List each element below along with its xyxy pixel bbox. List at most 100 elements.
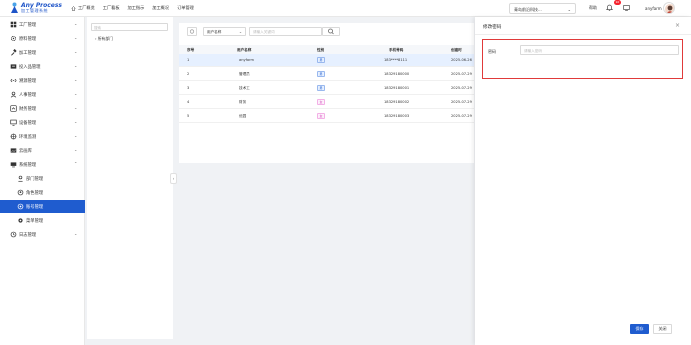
home-icon [71,5,76,11]
search-field-select[interactable]: 用户名称 ⌄ [203,27,246,36]
sidebar-item-log[interactable]: 日志管理 ⌄ [0,228,85,241]
chevron-down-icon: ⌄ [74,35,78,40]
sidebar-item-system[interactable]: 系统管理 ⌃ [0,158,85,171]
env-icon [10,133,17,140]
password-input[interactable]: 请输入密码 [520,45,679,55]
factory-select[interactable]: 青岛前沿科技... ⌄ [509,3,576,14]
sidebar-item-material[interactable]: 原料管理 ⌄ [0,32,85,45]
password-label: 密码 [488,49,496,54]
close-icon[interactable]: × [675,22,680,29]
filter-icon[interactable] [187,27,197,36]
hammer-icon [10,49,17,56]
sidebar-item-finance[interactable]: 财务管理 ⌄ [0,102,85,115]
logo[interactable]: Any Process 加工管理系统 [10,2,62,14]
log-icon [10,231,17,238]
col-header-username: 用户名称 [237,47,252,52]
sidebar-item-department[interactable]: 部门管理 [0,172,85,185]
caret-right-icon: › [95,36,97,41]
chevron-down-icon: ⌄ [74,133,78,138]
help-link[interactable]: 帮助 [589,5,597,11]
sidebar-item-account[interactable]: 账号管理 [0,200,85,213]
close-button[interactable]: 关闭 [653,324,672,334]
col-header-gender: 性别 [317,47,325,52]
table-row[interactable]: 2 管理员 男 18329180000 2025-07-29 [179,68,474,81]
nav-factory-overview[interactable]: 工厂概览 [71,5,95,11]
sidebar-item-environment[interactable]: 环境监测 ⌄ [0,130,85,143]
top-bar: Any Process 加工管理系统 工厂概览 工厂看板 加工指示 加工概况 订… [0,0,691,17]
chevron-down-icon: ⌄ [74,77,78,82]
bell-icon[interactable] [606,4,613,11]
chevron-down-icon: ⌄ [74,91,78,96]
keyword-input[interactable]: 请输入关键词 [249,27,322,36]
sidebar: 工厂管理 ⌄ 原料管理 ⌄ 加工管理 ⌄ 投入品管理 ⌄ 溯源管理 ⌄ 人事管理… [0,17,85,345]
dept-search-input[interactable]: 搜索 [91,23,168,31]
collapse-tree-button[interactable]: ‹ [170,173,177,184]
chevron-down-icon: ⌄ [74,21,78,26]
role-icon [17,189,24,196]
table-row[interactable]: 4 财务 女 18329180002 2025-07-29 [179,96,474,109]
person-icon [10,91,17,98]
chevron-down-icon: ⌄ [74,63,78,68]
table-row[interactable]: 5 优园 女 18329180003 2025-07-29 [179,110,474,123]
chevron-down-icon: ⌄ [74,119,78,124]
chevron-down-icon: ⌄ [74,105,78,110]
top-nav: 工厂概览 工厂看板 加工指示 加工概况 订单管理 [71,5,194,11]
table-row[interactable]: 3 技术工 男 18329180001 2025-07-29 [179,82,474,95]
user-name[interactable]: anyfarm [645,6,662,11]
link-icon [10,77,17,84]
chevron-down-icon: ⌄ [567,7,571,12]
divider [475,34,691,35]
sidebar-item-equipment[interactable]: 设备管理 ⌄ [0,116,85,129]
sidebar-item-factory[interactable]: 工厂管理 ⌄ [0,18,85,31]
sidebar-item-inputs[interactable]: 投入品管理 ⌄ [0,60,85,73]
table-row[interactable]: 1 anyfarm 男 183****8111 2025-06-26 [179,54,474,67]
nav-process-summary[interactable]: 加工概况 [152,5,169,11]
system-icon [10,161,17,168]
save-button[interactable]: 保存 [630,324,649,334]
tree-node-all-departments[interactable]: › 所有部门 [95,36,113,42]
change-password-drawer: 修改密码 × 密码 请输入密码 保存 关闭 [475,17,691,345]
main-content: 用户名称 ⌄ 请输入关键词 序号 用户名称 性别 手机号码 创建时 1 anyf… [179,17,474,339]
gender-tag: 女 [317,113,325,119]
drawer-title: 修改密码 [483,25,502,30]
chevron-down-icon: ⌄ [74,147,78,152]
gender-tag: 男 [317,57,325,63]
nav-order-management[interactable]: 订单管理 [177,5,194,11]
nav-process-instruction[interactable]: 加工指示 [128,5,145,11]
logo-icon [10,2,19,14]
table-header: 序号 用户名称 性别 手机号码 创建时 [179,45,474,54]
avatar[interactable] [663,2,675,14]
chevron-down-icon: ⌄ [238,30,242,34]
menu-gear-icon [17,217,24,224]
user-table-card: 用户名称 ⌄ 请输入关键词 序号 用户名称 性别 手机号码 创建时 1 anyf… [179,23,474,163]
account-icon [17,203,24,210]
col-header-index: 序号 [187,47,195,52]
sidebar-item-traceability[interactable]: 溯源管理 ⌄ [0,74,85,87]
sidebar-item-hr[interactable]: 人事管理 ⌄ [0,88,85,101]
notification-badge: 10 [614,0,621,5]
box-icon [10,63,17,70]
department-tree-panel: 搜索 › 所有部门 [87,17,173,339]
chevron-up-icon: ⌃ [74,161,78,166]
sidebar-item-processing[interactable]: 加工管理 ⌄ [0,46,85,59]
user-outline-icon [17,175,24,182]
gear-icon [10,35,17,42]
sidebar-item-role[interactable]: 角色管理 [0,186,85,199]
nav-factory-board[interactable]: 工厂看板 [103,5,120,11]
gender-tag: 男 [317,71,325,77]
search-icon [323,28,339,35]
gender-tag: 男 [317,85,325,91]
gender-tag: 女 [317,99,325,105]
grid-icon [10,21,17,28]
col-header-created: 创建时 [451,47,462,52]
monitor-icon [10,119,17,126]
search-button[interactable] [322,27,340,36]
chevron-down-icon: ⌄ [74,231,78,236]
sidebar-item-gallery[interactable]: 云画库 ⌄ [0,144,85,157]
fullscreen-icon[interactable] [623,4,630,11]
col-header-phone: 手机号码 [389,47,404,52]
sidebar-item-menu[interactable]: 菜单管理 [0,214,85,227]
image-icon [10,147,17,154]
finance-icon [10,105,17,112]
chevron-down-icon: ⌄ [74,49,78,54]
